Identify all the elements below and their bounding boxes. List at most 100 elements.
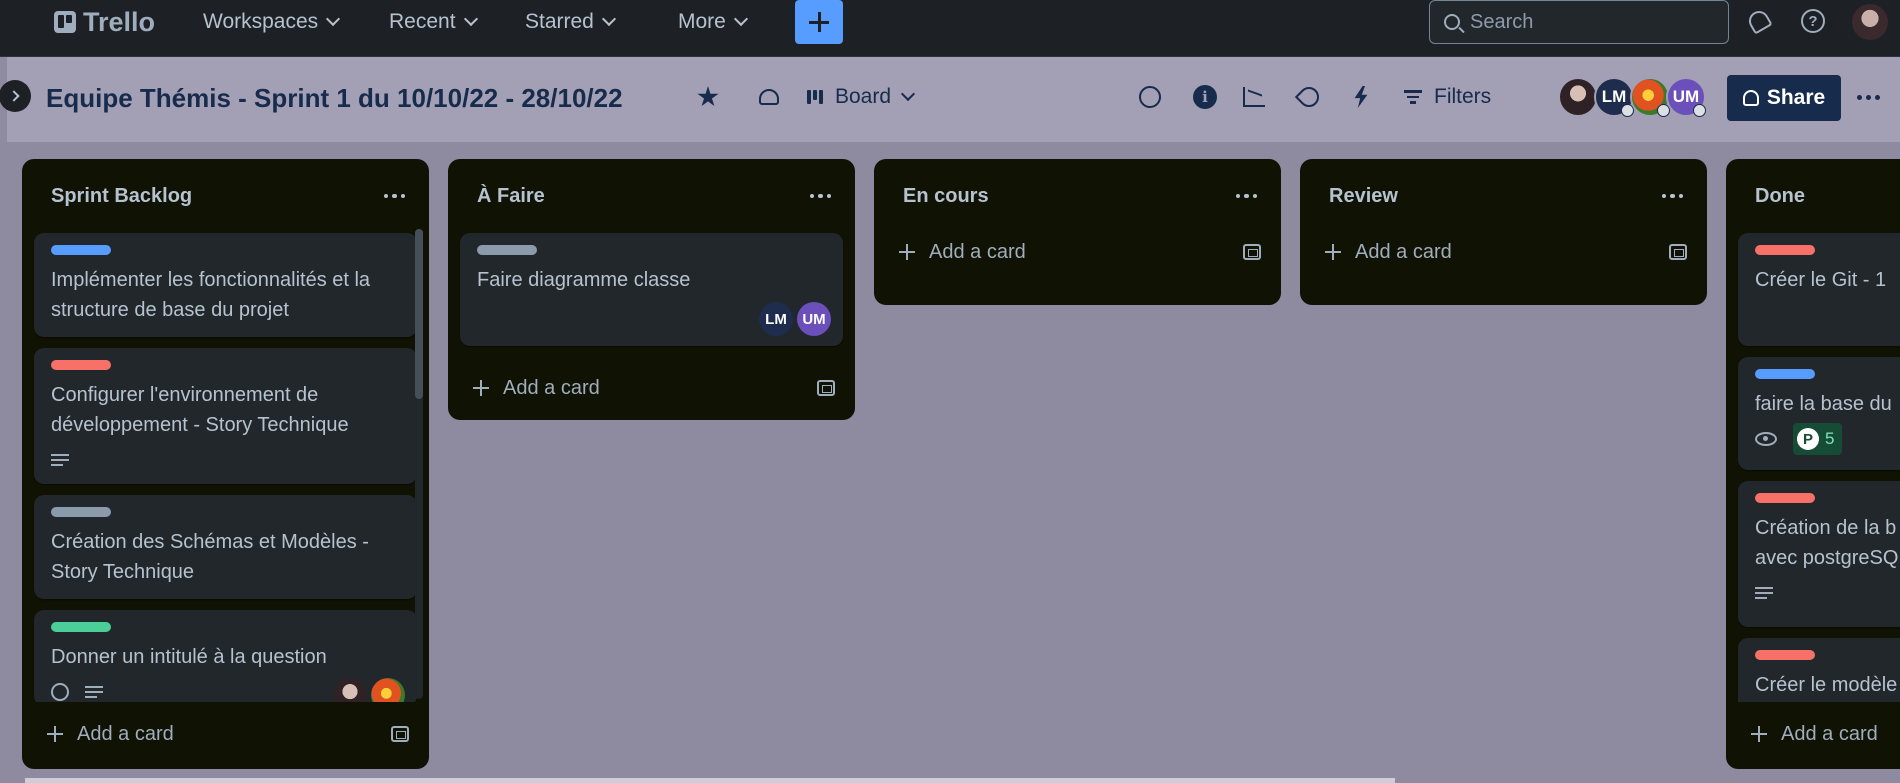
horizontal-scrollbar[interactable] <box>25 778 1395 783</box>
card-template-icon[interactable] <box>817 380 835 396</box>
card[interactable]: Implémenter les fonctionnalités et la st… <box>34 233 417 337</box>
card[interactable]: Création des Schémas et Modèles - Story … <box>34 495 417 599</box>
board-view-label: Board <box>835 85 892 108</box>
member-avatar[interactable]: LM <box>1594 77 1634 117</box>
share-label: Share <box>1766 86 1826 109</box>
account-avatar[interactable] <box>1852 4 1888 40</box>
card[interactable]: Créer le modèle <box>1738 638 1900 702</box>
visibility-button[interactable] <box>759 77 779 117</box>
card[interactable]: Créer le Git - 1 <box>1738 233 1900 346</box>
add-card-button[interactable]: Add a card <box>1300 223 1707 281</box>
list-title[interactable]: Done <box>1755 185 1805 208</box>
board-view-switcher[interactable]: Board <box>807 77 916 117</box>
power-up-button[interactable] <box>1139 77 1161 117</box>
card-title: Création des Schémas et Modèles - Story … <box>51 531 369 583</box>
add-card-button[interactable]: Add a card <box>22 701 429 767</box>
card-label[interactable] <box>51 622 111 632</box>
filters-button[interactable]: Filters <box>1404 77 1491 117</box>
points-icon: P <box>1797 428 1819 450</box>
add-card-button[interactable]: Add a card <box>448 357 855 419</box>
list-title[interactable]: À Faire <box>477 185 545 208</box>
member-avatar[interactable]: UM <box>1666 77 1706 117</box>
admin-badge-icon <box>1693 104 1706 117</box>
add-card-label: Add a card <box>1355 240 1452 263</box>
description-icon <box>51 454 69 466</box>
board-title[interactable]: Equipe Thémis - Sprint 1 du 10/10/22 - 2… <box>46 83 623 114</box>
card-label[interactable] <box>1755 245 1815 255</box>
card-container: Créer le Git - 1 faire la base du P 5 Cr… <box>1726 233 1900 702</box>
eye-icon <box>1755 432 1777 446</box>
card-template-icon[interactable] <box>1243 244 1261 260</box>
card-label[interactable] <box>51 245 111 255</box>
add-card-button[interactable]: Add a card <box>1726 701 1900 767</box>
member-avatar[interactable] <box>1630 77 1670 117</box>
card[interactable]: Faire diagramme classe LM UM <box>460 233 843 346</box>
search-input[interactable]: Search <box>1429 0 1729 44</box>
filters-label: Filters <box>1434 85 1492 108</box>
plus-icon <box>47 726 63 742</box>
add-card-label: Add a card <box>77 722 174 745</box>
add-card-button[interactable]: Add a card <box>874 223 1281 281</box>
rocket-button[interactable] <box>1294 77 1324 117</box>
card-label[interactable] <box>1755 369 1815 379</box>
card[interactable]: Donner un intitulé à la question <box>34 610 417 702</box>
description-icon <box>85 686 103 698</box>
more-icon[interactable] <box>1661 193 1683 199</box>
dashboard-button[interactable] <box>1243 77 1265 117</box>
recent-menu[interactable]: Recent <box>389 8 478 36</box>
more-menu[interactable]: More <box>678 8 748 36</box>
more-icon[interactable] <box>1235 193 1257 199</box>
card-title: Implémenter les fonctionnalités et la st… <box>51 269 371 321</box>
card[interactable]: Création de la b avec postgreSQ <box>1738 481 1900 627</box>
card-label[interactable] <box>51 360 111 370</box>
member-avatar[interactable] <box>371 678 405 702</box>
list-title[interactable]: Sprint Backlog <box>51 185 192 208</box>
add-card-label: Add a card <box>503 376 600 399</box>
share-button[interactable]: Share <box>1727 75 1841 121</box>
list-title[interactable]: En cours <box>903 185 989 208</box>
card-title: Créer le Git - 1 <box>1755 269 1887 291</box>
list-header: Review <box>1300 159 1707 233</box>
more-icon[interactable] <box>809 193 831 199</box>
list-a-faire: À Faire Faire diagramme classe LM UM Add… <box>448 159 855 420</box>
list-title[interactable]: Review <box>1329 185 1398 208</box>
list-done: Done Créer le Git - 1 faire la base du P… <box>1726 159 1900 769</box>
apps-icon[interactable] <box>8 8 34 34</box>
automation-button[interactable] <box>1353 77 1369 117</box>
lightning-icon <box>1354 86 1368 108</box>
card-label[interactable] <box>51 507 111 517</box>
list-header: Done <box>1726 159 1900 233</box>
chevron-down-icon <box>326 11 341 27</box>
help-button[interactable]: ? <box>1796 4 1830 38</box>
create-button[interactable] <box>795 0 843 44</box>
card[interactable]: Configurer l'environnement de développem… <box>34 348 417 484</box>
member-avatar[interactable] <box>333 678 367 702</box>
member-avatar[interactable] <box>1558 77 1598 117</box>
help-icon: ? <box>1801 9 1825 33</box>
plus-icon <box>473 380 489 396</box>
more-icon[interactable] <box>383 193 405 199</box>
trello-logo[interactable]: Trello <box>54 6 156 37</box>
recent-label: Recent <box>389 10 456 33</box>
info-icon: i <box>1193 85 1217 109</box>
card-label[interactable] <box>477 245 537 255</box>
card-template-icon[interactable] <box>1669 244 1687 260</box>
top-nav: Trello Workspaces Recent Starred More Se… <box>0 0 1900 57</box>
star-button[interactable] <box>697 77 719 117</box>
member-avatar[interactable]: LM <box>759 302 793 336</box>
chevron-down-icon <box>733 11 748 27</box>
member-avatar[interactable]: UM <box>797 302 831 336</box>
card-template-icon[interactable] <box>391 726 409 742</box>
card[interactable]: faire la base du P 5 <box>1738 357 1900 470</box>
starred-menu[interactable]: Starred <box>525 8 616 36</box>
sidebar-toggle[interactable] <box>0 80 31 112</box>
board-header: Equipe Thémis - Sprint 1 du 10/10/22 - 2… <box>0 57 1900 142</box>
card-label[interactable] <box>1755 650 1815 660</box>
workspaces-menu[interactable]: Workspaces <box>203 8 341 36</box>
card-label[interactable] <box>1755 493 1815 503</box>
info-button[interactable]: i <box>1193 77 1217 117</box>
list-scrollbar[interactable] <box>415 229 423 699</box>
logo-text: Trello <box>83 6 156 37</box>
notifications-button[interactable] <box>1742 4 1776 38</box>
board-menu-button[interactable] <box>1857 77 1880 117</box>
